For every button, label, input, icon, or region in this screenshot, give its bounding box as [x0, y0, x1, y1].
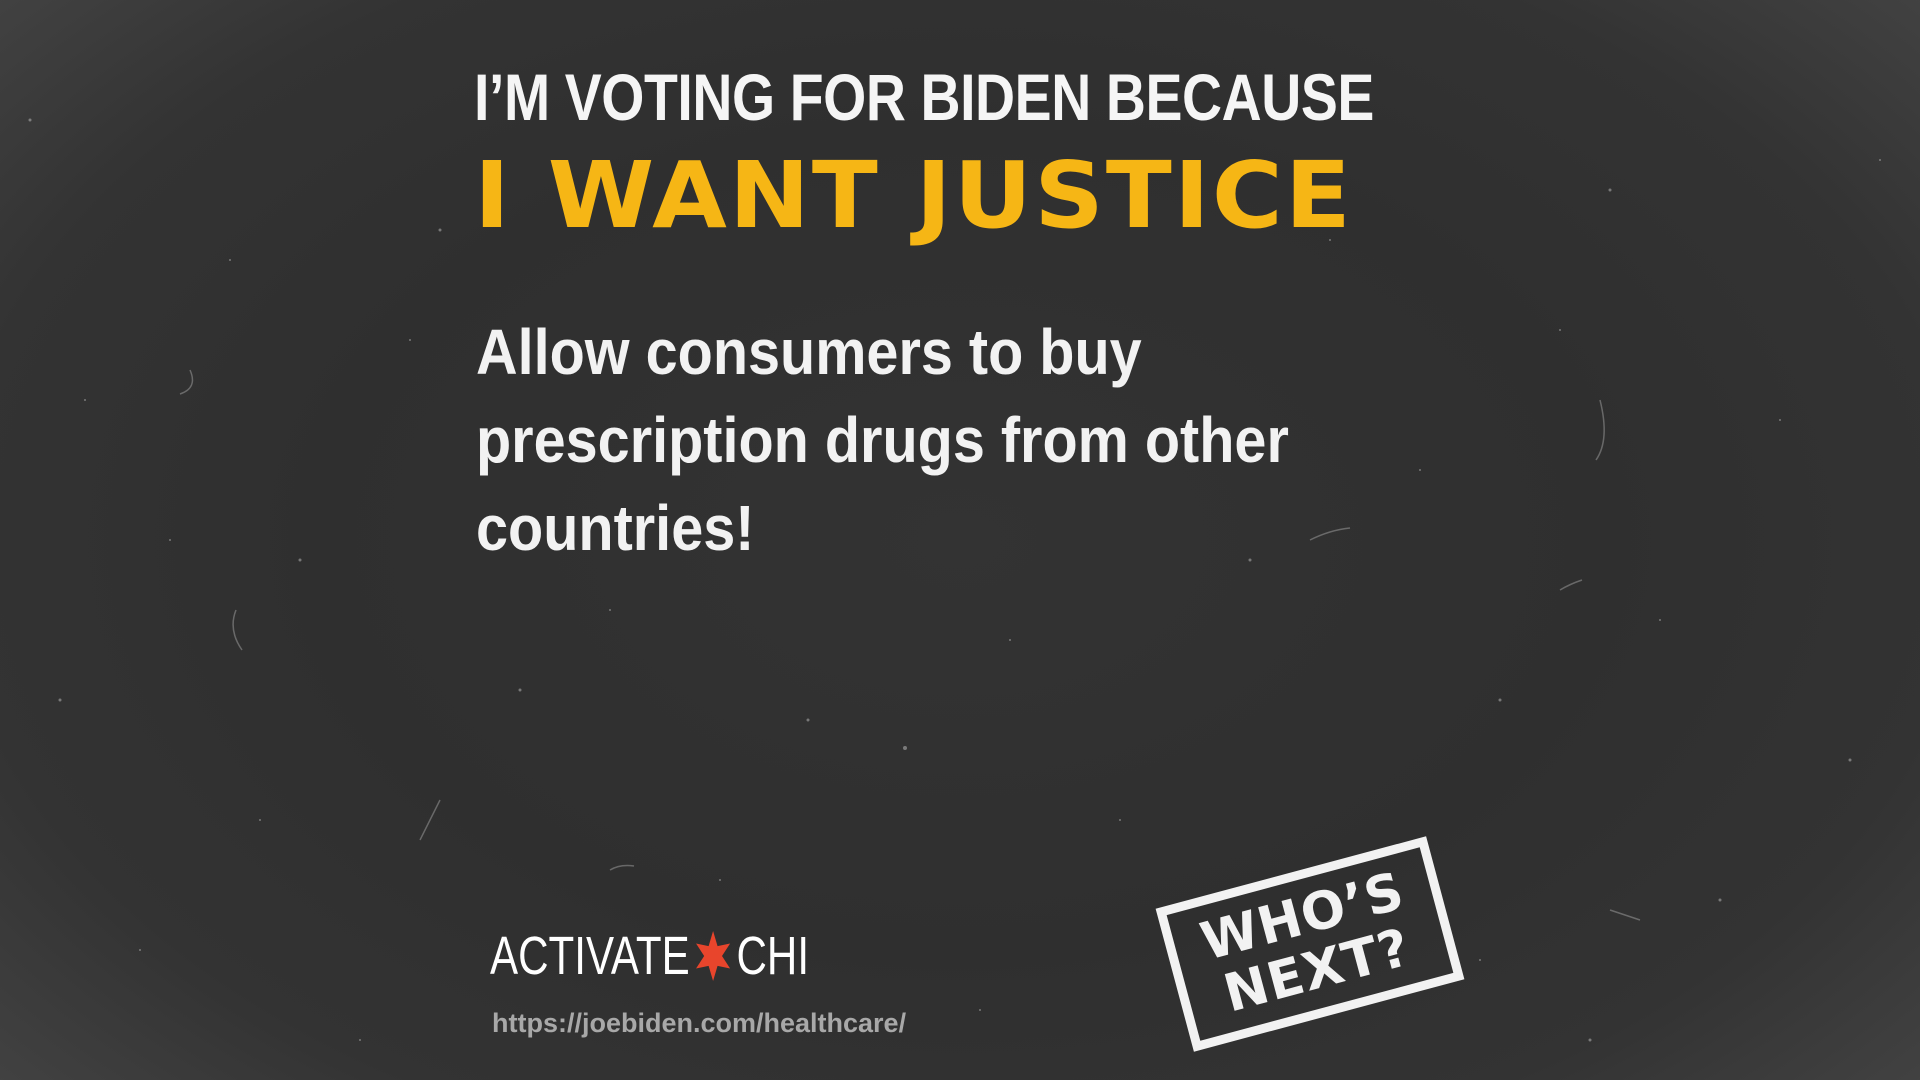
whos-next-stamp: WHO’S NEXT? — [1155, 836, 1465, 1052]
subhead: I WANT JUSTICE — [474, 142, 1353, 249]
logo-text-right: CHI — [736, 926, 810, 986]
activate-chi-logo: ACTIVATE CHI — [490, 926, 809, 986]
source-url: https://joebiden.com/healthcare/ — [492, 1008, 907, 1038]
body-line: countries! — [476, 492, 755, 564]
poster: I’M VOTING FOR BIDEN BECAUSE I WANT JUST… — [0, 0, 1920, 1080]
body-line: prescription drugs from other — [476, 404, 1289, 476]
headline: I’M VOTING FOR BIDEN BECAUSE — [474, 60, 1374, 134]
body-text: Allow consumers to buy prescription drug… — [476, 308, 1376, 572]
six-point-star-icon — [696, 931, 731, 981]
body-line: Allow consumers to buy — [476, 316, 1142, 388]
logo-text-left: ACTIVATE — [490, 926, 690, 986]
